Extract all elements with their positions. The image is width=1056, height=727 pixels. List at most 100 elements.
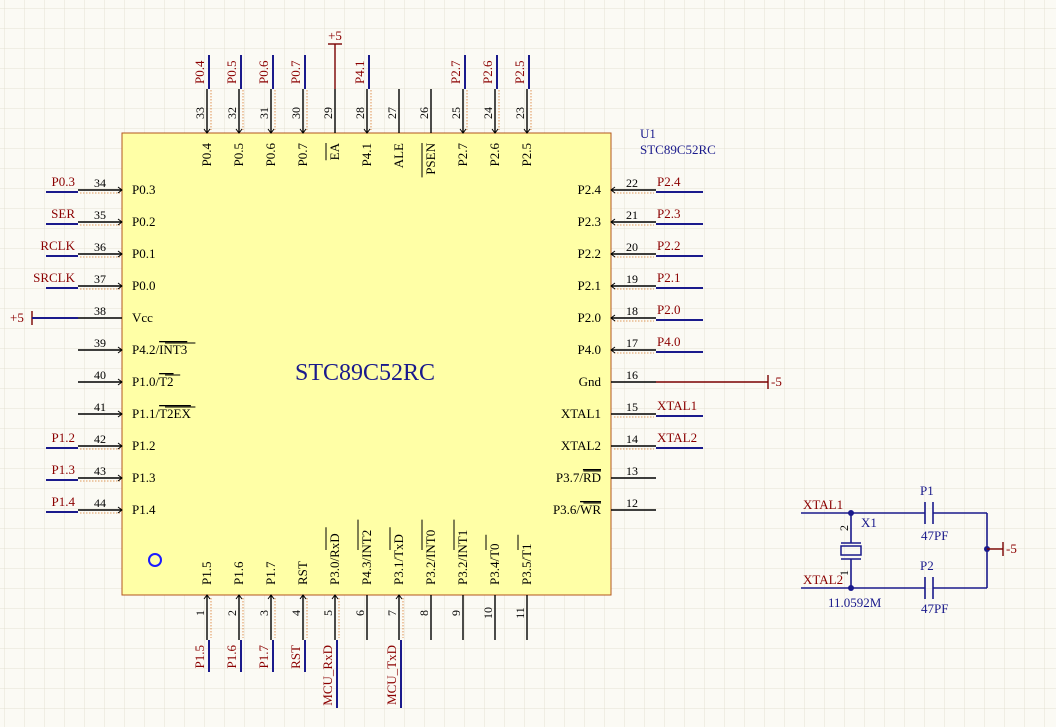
pin-number: 36: [94, 240, 106, 254]
pin-name: P1.2: [132, 438, 155, 453]
pin-name: P0.0: [132, 278, 155, 293]
pin-name: P0.3: [132, 182, 155, 197]
net-label-srclk[interactable]: SRCLK: [33, 270, 76, 285]
pin-number: 39: [94, 336, 106, 350]
net-label-p0-4[interactable]: P0.4: [192, 60, 207, 84]
pin-number: 34: [94, 176, 106, 190]
pin-name: P2.2: [578, 246, 601, 261]
pin-name: PSEN: [423, 142, 438, 174]
net-label-p0-5[interactable]: P0.5: [224, 61, 239, 84]
pin-number: 3: [257, 610, 271, 616]
power-label-vcc[interactable]: +5: [10, 310, 24, 325]
net-label-xtal2[interactable]: XTAL2: [657, 430, 697, 445]
net-label-p1-2[interactable]: P1.2: [52, 430, 75, 445]
pin-name: P2.6: [487, 143, 502, 167]
net-label-p0-7[interactable]: P0.7: [288, 60, 303, 84]
pin-number: 19: [626, 272, 638, 286]
pin-number: 6: [353, 610, 367, 616]
pin-name: XTAL2: [561, 438, 601, 453]
overbar-text: WR: [580, 502, 601, 517]
cap2-value: 47PF: [921, 601, 948, 616]
chip-designator: U1: [640, 126, 656, 141]
pin-number: 33: [193, 107, 207, 119]
net-label-p2-1[interactable]: P2.1: [657, 270, 680, 285]
pin-number: 11: [513, 607, 527, 619]
net-label-p4-1[interactable]: P4.1: [352, 61, 367, 84]
pin-name: P0.1: [132, 246, 155, 261]
pin-number: 2: [225, 610, 239, 616]
pin-name: P3.2/INT1: [455, 530, 470, 585]
pin-name: P3.1/TxD: [391, 534, 406, 585]
pin-number: 9: [449, 610, 463, 616]
pin-number: 22: [626, 176, 638, 190]
pin-name: P2.4: [578, 182, 602, 197]
pin-name: P0.4: [199, 143, 214, 167]
pin-number: 30: [289, 107, 303, 119]
net-label-p1-7[interactable]: P1.7: [256, 645, 271, 669]
pin-name: P2.3: [578, 214, 601, 229]
pin-name: P2.1: [578, 278, 601, 293]
net-label-xtal1[interactable]: XTAL1: [657, 398, 697, 413]
cap2-designator: P2: [920, 558, 934, 573]
xtal1-net-label[interactable]: XTAL1: [803, 497, 843, 512]
pin-number: 12: [626, 496, 638, 510]
pin-number: 8: [417, 610, 431, 616]
net-label-p2-0[interactable]: P2.0: [657, 302, 680, 317]
gnd-power-label: -5: [1006, 541, 1017, 556]
pin-number: 44: [94, 496, 106, 510]
pin-number: 14: [626, 432, 638, 446]
pin-number: 29: [321, 107, 335, 119]
net-label-p0-3[interactable]: P0.3: [52, 174, 75, 189]
power-label-ea[interactable]: +5: [328, 28, 342, 43]
net-label-p2-5[interactable]: P2.5: [512, 61, 527, 84]
net-label-p2-6[interactable]: P2.6: [480, 60, 495, 84]
crystal-pin-bottom-number: 1: [837, 570, 851, 576]
overbar-text: INT3: [159, 342, 187, 357]
net-label-p1-3[interactable]: P1.3: [52, 462, 75, 477]
pin-name: P4.3/INT2: [359, 530, 374, 585]
pin-name: P2.0: [578, 310, 601, 325]
power-label-gnd[interactable]: -5: [771, 374, 782, 389]
pin-name: P0.2: [132, 214, 155, 229]
pin-name: P1.5: [199, 562, 214, 585]
net-label-p0-6[interactable]: P0.6: [256, 60, 271, 84]
net-label-p4-0[interactable]: P4.0: [657, 334, 680, 349]
pin-name: P2.7: [455, 143, 470, 167]
pin-name: P3.5/T1: [519, 543, 534, 585]
pin-name: ALE: [391, 143, 406, 168]
net-label-mcu-rxd[interactable]: MCU_RxD: [320, 645, 335, 706]
net-label-rclk[interactable]: RCLK: [40, 238, 75, 253]
pin-name: P3.6/WR: [553, 502, 601, 517]
net-label-p1-5[interactable]: P1.5: [192, 645, 207, 668]
pin-name: P1.7: [263, 561, 278, 585]
pin-name: XTAL1: [561, 406, 601, 421]
pin-name: P1.4: [132, 502, 156, 517]
pin-name: RST: [295, 561, 310, 585]
pin-number: 42: [94, 432, 106, 446]
net-label-ser[interactable]: SER: [51, 206, 75, 221]
net-label-p1-6[interactable]: P1.6: [224, 645, 239, 669]
pin-number: 40: [94, 368, 106, 382]
pin-name: P1.3: [132, 470, 155, 485]
pin-name: P0.7: [295, 143, 310, 167]
pin-number: 13: [626, 464, 638, 478]
overbar-text: T2: [159, 374, 173, 389]
net-label-rst[interactable]: RST: [288, 645, 303, 669]
pin-number: 38: [94, 304, 106, 318]
pin-name: P1.0/T2: [132, 374, 174, 389]
net-label-p2-4[interactable]: P2.4: [657, 174, 681, 189]
crystal-designator: X1: [861, 515, 877, 530]
net-label-p1-4[interactable]: P1.4: [52, 494, 76, 509]
net-label-mcu-txd[interactable]: MCU_TxD: [384, 645, 399, 705]
pin-name: P3.2/INT0: [423, 530, 438, 585]
pin-number: 1: [193, 610, 207, 616]
net-label-p2-2[interactable]: P2.2: [657, 238, 680, 253]
net-label-p2-3[interactable]: P2.3: [657, 206, 680, 221]
pin-name: P4.2/INT3: [132, 342, 187, 357]
cap1-designator: P1: [920, 483, 934, 498]
net-label-p2-7[interactable]: P2.7: [448, 60, 463, 84]
pin-number: 5: [321, 610, 335, 616]
overbar-text: RD: [583, 470, 601, 485]
crystal-pin-top-number: 2: [837, 525, 851, 531]
pin-number: 25: [449, 107, 463, 119]
